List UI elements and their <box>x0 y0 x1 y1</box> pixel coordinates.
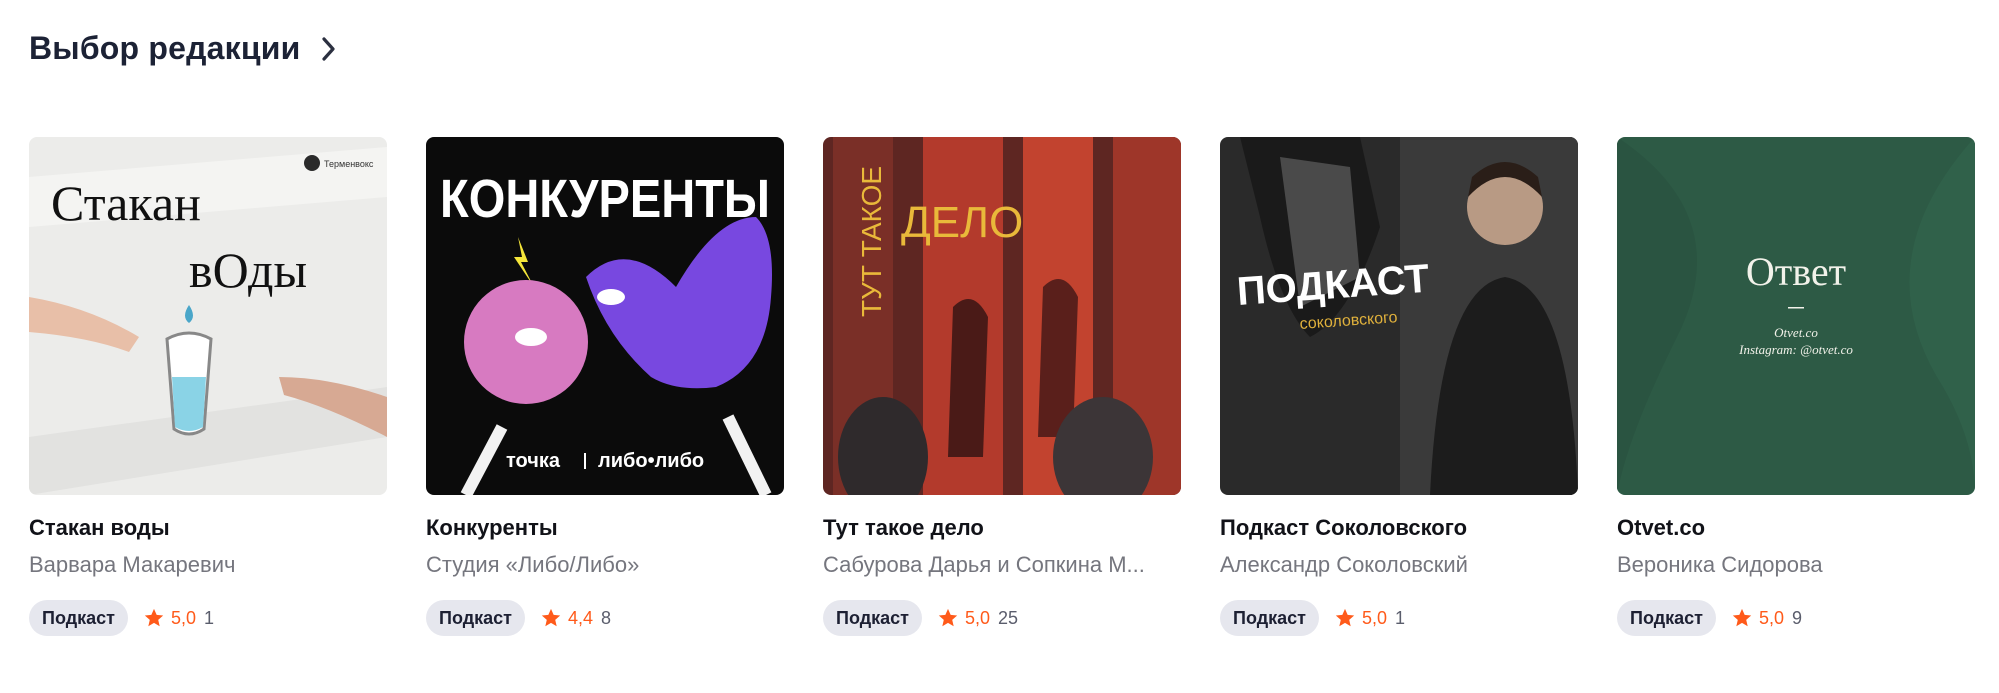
podcast-carousel: Терменвокс Стакан вОды Стакан воды Варва… <box>29 137 1975 636</box>
podcast-title[interactable]: Стакан воды <box>29 515 387 541</box>
podcast-author[interactable]: Вероника Сидорова <box>1617 552 1975 578</box>
podcast-author[interactable]: Александр Соколовский <box>1220 552 1578 578</box>
chevron-right-icon[interactable] <box>318 34 340 64</box>
rating-value: 5,0 <box>1361 607 1387 628</box>
rating: 5,0 1 <box>1334 607 1405 629</box>
svg-text:ТУТ ТАКОЕ: ТУТ ТАКОЕ <box>856 166 887 317</box>
rating-count: 1 <box>204 607 215 628</box>
svg-text:либо•либо: либо•либо <box>598 450 704 472</box>
cover-art-otvet: Ответ Otvet.co Instagram: @otvet.co <box>1617 137 1975 495</box>
star-icon <box>540 607 562 629</box>
rating: 5,0 1 <box>143 607 214 629</box>
star-icon <box>1334 607 1356 629</box>
svg-text:Instagram: @otvet.co: Instagram: @otvet.co <box>1738 342 1853 357</box>
type-badge: Подкаст <box>1220 600 1319 636</box>
podcast-author[interactable]: Сабурова Дарья и Сопкина М... <box>823 552 1181 578</box>
podcast-cover[interactable]: ПОДКАСТ соколовского <box>1220 137 1578 495</box>
podcast-card[interactable]: ТУТ ТАКОЕ ДЕЛО Тут такое дело Сабурова Д… <box>823 137 1181 636</box>
type-badge: Подкаст <box>823 600 922 636</box>
rating-value: 5,0 <box>170 607 196 628</box>
podcast-author[interactable]: Студия «Либо/Либо» <box>426 552 784 578</box>
type-badge: Подкаст <box>426 600 525 636</box>
type-badge: Подкаст <box>1617 600 1716 636</box>
podcast-card[interactable]: Ответ Otvet.co Instagram: @otvet.co Otve… <box>1617 137 1975 636</box>
svg-text:Otvet.co: Otvet.co <box>1774 325 1818 340</box>
star-icon <box>1731 607 1753 629</box>
podcast-meta: Подкаст 5,0 1 <box>1220 600 1578 636</box>
rating: 5,0 25 <box>937 607 1018 629</box>
svg-text:Терменвокс: Терменвокс <box>324 159 374 169</box>
podcast-cover[interactable]: Терменвокс Стакан вОды <box>29 137 387 495</box>
podcast-title[interactable]: Конкуренты <box>426 515 784 541</box>
podcast-meta: Подкаст 5,0 9 <box>1617 600 1975 636</box>
podcast-meta: Подкаст 5,0 25 <box>823 600 1181 636</box>
star-icon <box>937 607 959 629</box>
rating: 4,4 8 <box>540 607 611 629</box>
rating-value: 5,0 <box>964 607 990 628</box>
rating-count: 8 <box>601 607 612 628</box>
podcast-card[interactable]: Терменвокс Стакан вОды Стакан воды Варва… <box>29 137 387 636</box>
rating-value: 4,4 <box>567 607 593 628</box>
cover-art-sokolovsky: ПОДКАСТ соколовского <box>1220 137 1578 495</box>
cover-art-konkurenty: КОНКУРЕНТЫ точка либо•либо <box>426 137 784 495</box>
rating-count: 25 <box>998 607 1019 628</box>
podcast-cover[interactable]: Ответ Otvet.co Instagram: @otvet.co <box>1617 137 1975 495</box>
type-badge: Подкаст <box>29 600 128 636</box>
rating-value: 5,0 <box>1758 607 1784 628</box>
section-title[interactable]: Выбор редакции <box>29 30 300 67</box>
cover-art-tut-takoe-delo: ТУТ ТАКОЕ ДЕЛО <box>823 137 1181 495</box>
podcast-title[interactable]: Подкаст Соколовского <box>1220 515 1578 541</box>
podcast-author[interactable]: Варвара Макаревич <box>29 552 387 578</box>
svg-text:вОды: вОды <box>189 242 307 298</box>
podcast-card[interactable]: ПОДКАСТ соколовского Подкаст Соколовског… <box>1220 137 1578 636</box>
svg-text:ДЕЛО: ДЕЛО <box>901 198 1023 247</box>
podcast-card[interactable]: КОНКУРЕНТЫ точка либо•либо Конкуренты Ст… <box>426 137 784 636</box>
podcast-title[interactable]: Тут такое дело <box>823 515 1181 541</box>
podcast-title[interactable]: Otvet.co <box>1617 515 1975 541</box>
svg-text:Стакан: Стакан <box>51 175 201 231</box>
section-header[interactable]: Выбор редакции <box>29 30 340 67</box>
svg-text:КОНКУРЕНТЫ: КОНКУРЕНТЫ <box>440 169 770 229</box>
rating: 5,0 9 <box>1731 607 1802 629</box>
star-icon <box>143 607 165 629</box>
svg-text:Ответ: Ответ <box>1746 249 1846 294</box>
podcast-meta: Подкаст 4,4 8 <box>426 600 784 636</box>
podcast-cover[interactable]: ТУТ ТАКОЕ ДЕЛО <box>823 137 1181 495</box>
svg-text:точка: точка <box>506 450 561 472</box>
rating-count: 1 <box>1395 607 1406 628</box>
podcast-meta: Подкаст 5,0 1 <box>29 600 387 636</box>
podcast-cover[interactable]: КОНКУРЕНТЫ точка либо•либо <box>426 137 784 495</box>
cover-art-stakan: Терменвокс Стакан вОды <box>29 137 387 495</box>
rating-count: 9 <box>1792 607 1803 628</box>
